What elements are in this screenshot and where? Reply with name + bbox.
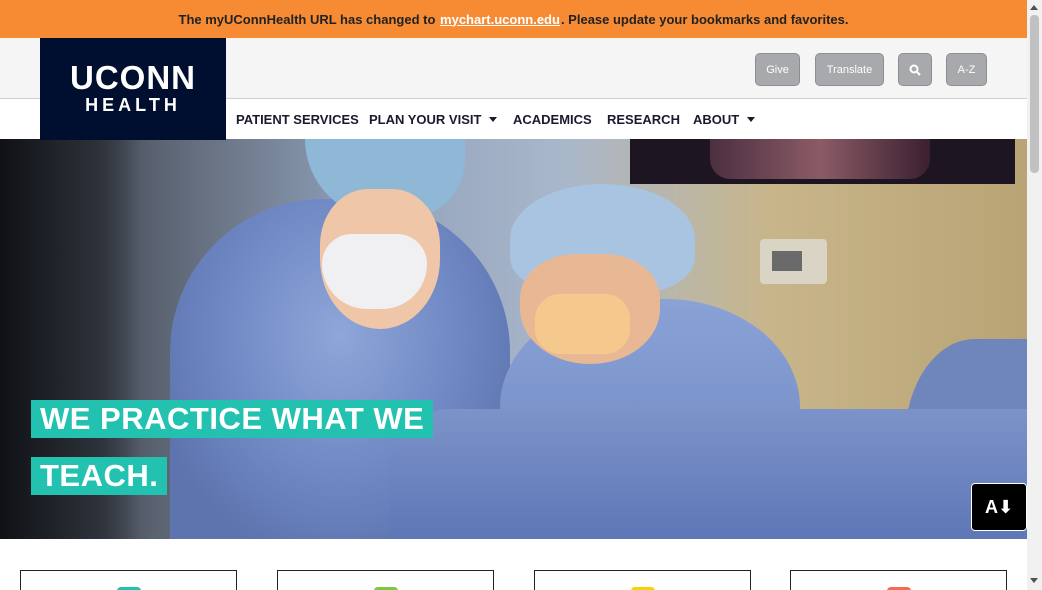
scrollbar-thumb[interactable]: [1030, 15, 1039, 173]
nav-patient-services[interactable]: PATIENT SERVICES: [236, 112, 359, 127]
mychart-link[interactable]: mychart.uconn.edu: [440, 12, 560, 27]
accessibility-button[interactable]: A⬇: [971, 483, 1027, 531]
search-button[interactable]: [898, 53, 932, 86]
nav-academics[interactable]: ACADEMICS: [513, 112, 592, 127]
nav-label: PATIENT SERVICES: [236, 112, 359, 127]
wall-panel: [760, 239, 827, 284]
hero-headline-line1: WE PRACTICE WHAT WE: [31, 400, 434, 438]
scroll-up-icon[interactable]: [1030, 5, 1038, 10]
search-icon: [909, 64, 921, 76]
nav-about[interactable]: ABOUT: [693, 112, 756, 127]
url-change-banner: The myUConnHealth URL has changed to myc…: [0, 0, 1027, 38]
accessibility-icon: A⬇: [984, 496, 1014, 517]
logo-line2: HEALTH: [85, 95, 181, 115]
nav-label: RESEARCH: [607, 112, 680, 127]
banner-text-after: . Please update your bookmarks and favor…: [560, 11, 849, 27]
surgical-drape: [390, 409, 1027, 539]
hero-headline-line2: TEACH.: [31, 457, 168, 495]
logo-line1: UCONN: [70, 59, 196, 96]
give-button[interactable]: Give: [755, 53, 800, 86]
quick-link-card[interactable]: [534, 570, 751, 590]
nav-plan-your-visit[interactable]: PLAN YOUR VISIT: [369, 112, 498, 127]
banner-text-before: The myUConnHealth URL has changed to: [178, 11, 436, 27]
surgical-mask: [535, 294, 630, 354]
nav-label: ABOUT: [693, 112, 740, 127]
uconn-health-logo[interactable]: UCONN HEALTH: [40, 38, 226, 140]
page: The myUConnHealth URL has changed to myc…: [0, 0, 1042, 590]
nav-research[interactable]: RESEARCH: [607, 112, 680, 127]
scroll-down-icon[interactable]: [1030, 578, 1038, 583]
nav-label: PLAN YOUR VISIT: [369, 112, 482, 127]
a-z-button[interactable]: A-Z: [946, 53, 987, 86]
surgical-mask: [322, 234, 427, 309]
quick-link-card[interactable]: [277, 570, 494, 590]
monitor-screen: [630, 139, 1015, 184]
quick-link-card[interactable]: [790, 570, 1007, 590]
quick-link-card[interactable]: [20, 570, 237, 590]
nav-label: ACADEMICS: [513, 112, 592, 127]
caret-down-icon: [489, 117, 498, 122]
translate-button[interactable]: Translate: [815, 53, 884, 86]
caret-down-icon: [747, 117, 756, 122]
